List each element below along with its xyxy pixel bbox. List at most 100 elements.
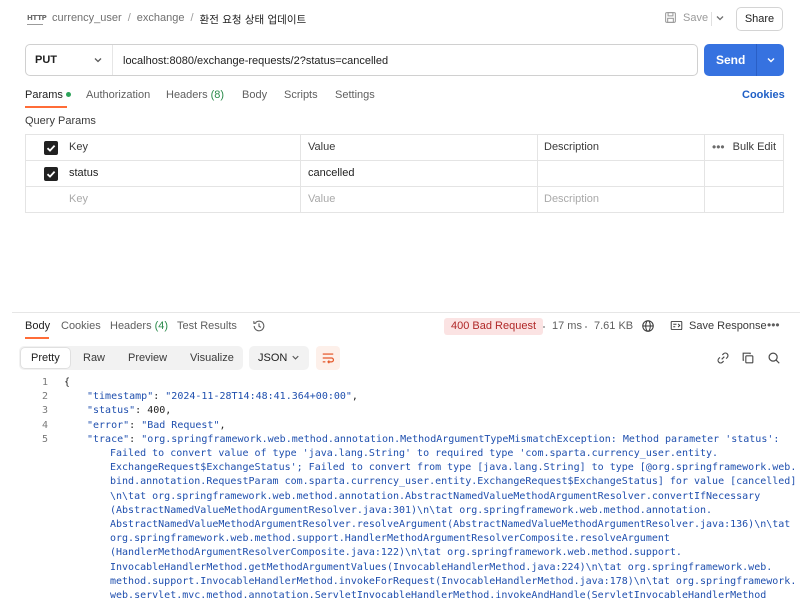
separator-dot: [585, 326, 587, 328]
headers-count: (8): [210, 89, 225, 101]
breadcrumb: currency_user / exchange / 환전 요청 상태 업데이트: [52, 12, 306, 27]
globe-icon[interactable]: [641, 319, 655, 333]
json-punctuation: :: [153, 391, 166, 403]
check-icon: [46, 144, 56, 152]
json-string: InvocableHandlerMethod.getMethodArgument…: [110, 561, 773, 573]
response-pane-divider[interactable]: [12, 312, 800, 313]
tab-label: Headers: [166, 89, 208, 101]
json-string: "Bad Request": [141, 419, 220, 431]
active-indicator-dot: [65, 91, 71, 97]
save-response-button[interactable]: Save Response: [670, 319, 767, 332]
format-pretty[interactable]: Pretty: [21, 348, 70, 368]
check-icon: [46, 170, 56, 178]
tab-response-cookies[interactable]: Cookies: [61, 320, 101, 332]
breadcrumb-request-name[interactable]: 환전 요청 상태 업데이트: [200, 12, 307, 27]
select-all-checkbox[interactable]: [44, 141, 58, 155]
json-key: "error": [87, 419, 130, 431]
history-icon[interactable]: [252, 319, 266, 333]
save-icon: [665, 12, 676, 23]
save-response-icon: [670, 320, 683, 331]
table-row: status cancelled: [26, 161, 783, 187]
json-string: "org.springframework.web.method.annotati…: [141, 433, 780, 445]
query-params-title: Query Params: [25, 115, 96, 127]
breadcrumb-collection[interactable]: currency_user: [52, 12, 122, 27]
json-punctuation: ,: [219, 419, 226, 431]
code-text: "error": "Bad Request",: [87, 419, 226, 433]
row-enabled-checkbox[interactable]: [44, 167, 58, 181]
divider: [756, 44, 757, 76]
code-text: \n\tat org.springframework.web.method.an…: [110, 490, 760, 504]
query-params-table: Key Value Description ••• Bulk Edit stat…: [25, 134, 784, 213]
code-text: (AbstractNamedValueMethodArgumentResolve…: [110, 504, 712, 518]
copy-icon[interactable]: [741, 351, 755, 365]
wrap-lines-button[interactable]: [316, 346, 340, 370]
url-input[interactable]: [123, 52, 683, 69]
json-punctuation: ,: [351, 391, 358, 403]
tab-params[interactable]: Params: [25, 89, 71, 101]
language-label: JSON: [258, 352, 288, 364]
table-header-row: Key Value Description ••• Bulk Edit: [26, 135, 783, 161]
format-visualize[interactable]: Visualize: [180, 348, 244, 368]
tab-authorization[interactable]: Authorization: [86, 89, 150, 101]
json-number: 400: [147, 405, 166, 417]
code-text: {: [64, 376, 70, 390]
tab-body[interactable]: Body: [242, 89, 267, 101]
chevron-down-icon[interactable]: [714, 12, 726, 24]
more-options-icon[interactable]: •••: [767, 318, 780, 332]
new-description-input[interactable]: Description: [544, 187, 599, 212]
code-text: "timestamp": "2024-11-28T14:48:41.364+00…: [87, 390, 358, 404]
json-string: web.servlet.mvc.method.annotation.Servle…: [110, 590, 767, 601]
response-headers-count: (4): [154, 320, 169, 332]
response-size[interactable]: 7.61 KB: [594, 320, 633, 332]
wrap-lines-icon: [322, 353, 335, 364]
param-key[interactable]: status: [69, 161, 98, 186]
share-button[interactable]: Share: [736, 7, 783, 31]
send-label: Send: [716, 53, 746, 67]
save-response-label: Save Response: [689, 319, 767, 332]
column-header-key: Key: [69, 141, 88, 153]
tab-test-results[interactable]: Test Results: [177, 320, 237, 332]
chevron-down-icon[interactable]: [765, 54, 777, 66]
response-time[interactable]: 17 ms: [552, 320, 582, 332]
save-button[interactable]: Save: [664, 11, 708, 24]
method-label: PUT: [35, 54, 57, 66]
param-value[interactable]: cancelled: [308, 161, 354, 186]
json-string: (AbstractNamedValueMethodArgumentResolve…: [110, 504, 713, 516]
code-text: bind.annotation.RequestParam com.sparta.…: [110, 475, 796, 489]
format-preview[interactable]: Preview: [118, 348, 177, 368]
json-string: bind.annotation.RequestParam com.sparta.…: [110, 476, 797, 488]
response-body-viewer[interactable]: 1 {2 "timestamp": "2024-11-28T14:48:41.364…: [0, 376, 800, 603]
tab-scripts[interactable]: Scripts: [284, 89, 318, 101]
divider: [711, 12, 712, 26]
json-key: "trace": [87, 433, 130, 445]
more-options-icon[interactable]: •••: [712, 135, 725, 160]
language-select[interactable]: JSON: [249, 346, 309, 370]
json-string: "2024-11-28T14:48:41.364+00:00": [165, 391, 352, 403]
link-icon[interactable]: [716, 351, 730, 365]
line-number: 3: [41, 405, 48, 417]
code-text: ExchangeRequest$ExchangeStatus'; Failed …: [110, 461, 796, 475]
code-text: org.springframework.web.method.support.H…: [110, 532, 670, 546]
bulk-edit-button[interactable]: ••• Bulk Edit: [712, 135, 776, 160]
cookies-link[interactable]: Cookies: [742, 89, 785, 101]
send-button[interactable]: Send: [704, 44, 784, 76]
tab-label: Headers: [110, 320, 152, 332]
breadcrumb-folder[interactable]: exchange: [137, 12, 185, 27]
tab-settings[interactable]: Settings: [335, 89, 375, 101]
json-string: \n\tat org.springframework.web.method.an…: [110, 490, 761, 502]
tab-response-headers[interactable]: Headers (4): [110, 320, 168, 332]
tab-response-body[interactable]: Body: [25, 320, 50, 332]
new-key-input[interactable]: Key: [69, 187, 88, 212]
chevron-down-icon: [292, 355, 299, 360]
active-tab-underline: [25, 337, 49, 339]
chevron-down-icon: [94, 58, 102, 63]
new-value-input[interactable]: Value: [308, 187, 335, 212]
search-icon[interactable]: [767, 351, 781, 365]
tab-headers[interactable]: Headers (8): [166, 89, 224, 101]
status-badge[interactable]: 400 Bad Request: [444, 318, 544, 335]
method-select[interactable]: PUT: [26, 45, 113, 75]
format-raw[interactable]: Raw: [73, 348, 115, 368]
tab-label: Params: [25, 89, 63, 101]
line-number: 5: [41, 433, 48, 445]
json-punctuation: {: [64, 377, 71, 388]
